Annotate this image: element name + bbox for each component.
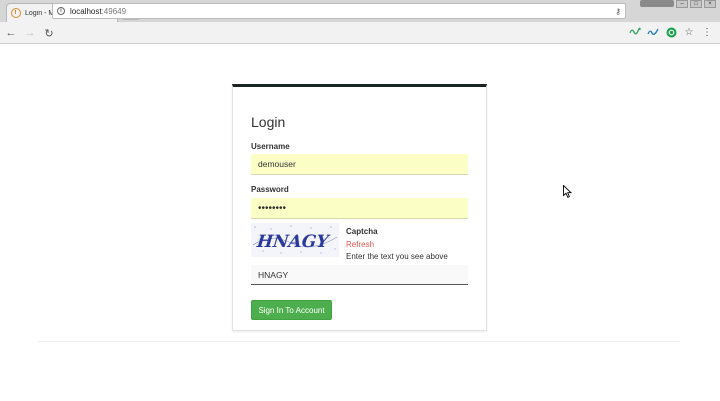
username-input[interactable] (251, 154, 468, 175)
back-icon[interactable]: ← (3, 25, 19, 41)
maximize-icon[interactable]: □ (690, 0, 702, 8)
browser-toolbar: ← → ↻ (0, 22, 720, 44)
captcha-title: Captcha (346, 227, 378, 236)
minimize-icon[interactable]: – (676, 0, 688, 8)
mouse-cursor-icon (563, 185, 572, 198)
reload-icon[interactable]: ↻ (41, 25, 57, 41)
password-input[interactable] (251, 198, 468, 219)
captcha-input[interactable] (251, 265, 468, 285)
captcha-image: HNAGY (251, 223, 339, 257)
login-card: Login Username Password HNAGY Captcha Re… (232, 84, 487, 331)
star-icon[interactable]: ☆ (682, 25, 696, 39)
captcha-refresh-link[interactable]: Refresh (346, 240, 374, 249)
footer-divider (38, 341, 680, 342)
window-controls: – □ × (640, 0, 716, 8)
close-window-icon[interactable]: × (704, 0, 716, 8)
key-icon[interactable]: ⚷ (615, 7, 621, 16)
login-title: Login (251, 114, 286, 130)
captcha-text: HNAGY (255, 232, 331, 252)
page-content: Login Username Password HNAGY Captcha Re… (0, 45, 720, 401)
url-host: localhost (70, 6, 102, 16)
favicon-icon (11, 8, 21, 18)
url-text: localhost:49649 (70, 7, 126, 16)
address-bar[interactable]: i localhost:49649 ⚷ (52, 3, 626, 19)
forward-icon[interactable]: → (22, 25, 38, 41)
browser-chrome: Login - My ASP.NET Applic × – □ × ← → ↻ … (0, 0, 720, 44)
grammarly-icon[interactable] (664, 25, 678, 39)
extension-icon[interactable] (628, 25, 642, 39)
username-label: Username (251, 142, 290, 151)
extension-icon-2[interactable] (646, 25, 660, 39)
sign-in-button[interactable]: Sign In To Account (251, 300, 332, 320)
extension-wave-icon-2 (647, 28, 659, 36)
info-icon[interactable]: i (57, 7, 65, 15)
captcha-help-text: Enter the text you see above (346, 252, 448, 261)
grammarly-circle-icon (666, 27, 676, 37)
profile-button[interactable] (640, 0, 674, 7)
url-port: :49649 (101, 6, 127, 16)
password-label: Password (251, 185, 289, 194)
extension-wave-icon (629, 27, 641, 35)
menu-icon[interactable]: ⋮ (700, 25, 714, 39)
